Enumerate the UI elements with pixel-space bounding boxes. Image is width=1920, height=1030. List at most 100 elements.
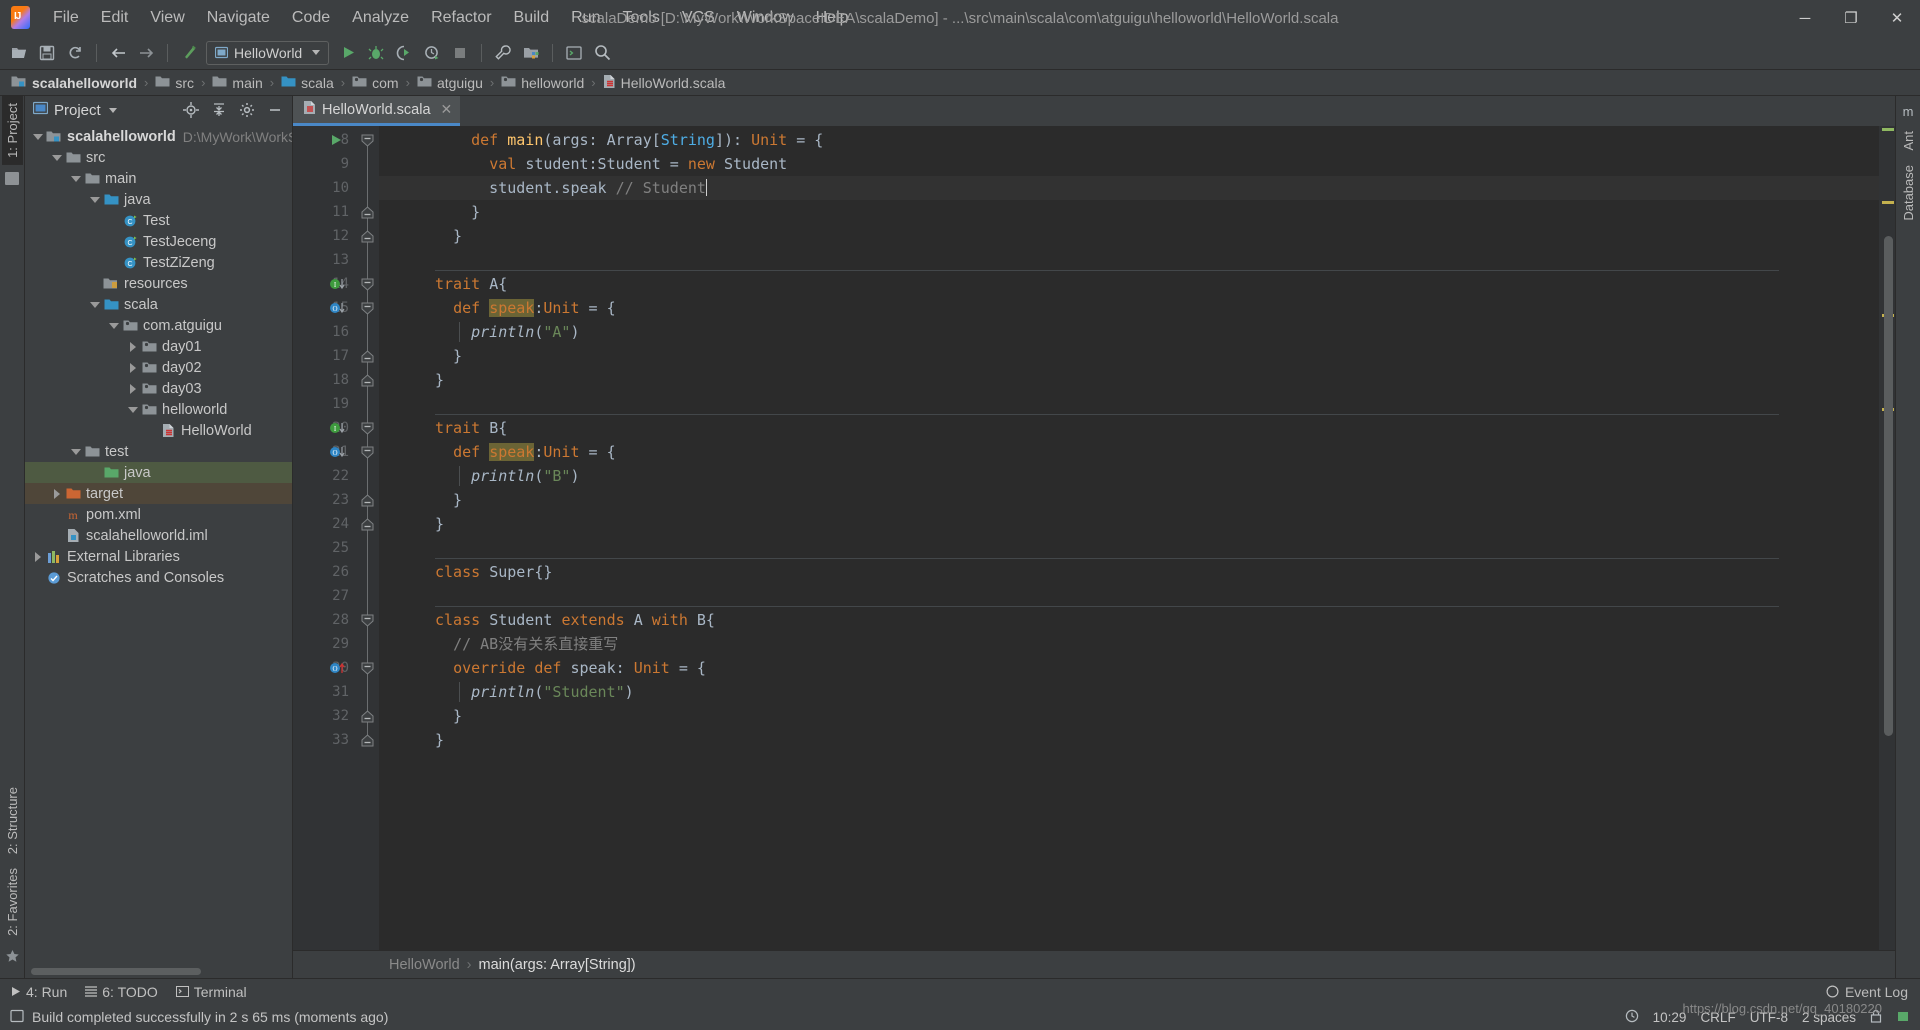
fold-collapse-icon[interactable] [361,278,374,291]
fold-collapse-icon[interactable] [361,662,374,675]
tree-item-target[interactable]: target [25,483,292,504]
tree-item-scala[interactable]: scala [25,294,292,315]
tree-item-com-atguigu[interactable]: com.atguigu [25,315,292,336]
terminal-icon[interactable] [561,40,587,66]
implemented-icon[interactable]: I [329,277,345,293]
fold-expand-icon[interactable] [361,734,374,747]
build-hammer-icon[interactable] [176,40,202,66]
maximize-button[interactable]: ❐ [1828,1,1874,35]
menu-item-build[interactable]: Build [503,5,561,31]
project-horizontal-scrollbar[interactable] [25,966,292,978]
breadcrumb-item-scalahelloworld[interactable]: scalahelloworld [8,74,140,92]
overridden-icon[interactable]: O [329,301,345,317]
code-line[interactable]: } [379,200,1879,224]
tree-item-helloworld[interactable]: HelloWorld [25,420,292,441]
menu-item-run[interactable]: Run [560,5,611,31]
breadcrumb-item-main[interactable]: main [209,74,265,92]
chevron-right-icon[interactable] [31,551,45,562]
code-folding-gutter[interactable] [357,126,379,950]
fold-expand-icon[interactable] [361,374,374,387]
stop-icon[interactable] [447,40,473,66]
chevron-down-icon[interactable] [69,175,83,182]
code-line[interactable] [379,248,1879,272]
profiler-icon[interactable] [419,40,445,66]
menu-item-edit[interactable]: Edit [90,5,140,31]
code-line[interactable]: val student:Student = new Student [379,152,1879,176]
debug-icon[interactable] [363,40,389,66]
tree-item-scalahelloworld-iml[interactable]: scalahelloworld.iml [25,525,292,546]
tree-item-java[interactable]: java [25,462,292,483]
code-line[interactable]: } [379,224,1879,248]
chevron-down-icon[interactable] [126,406,140,413]
tree-item-testjeceng[interactable]: C TestJeceng [25,231,292,252]
chevron-down-icon[interactable] [312,50,321,55]
chevron-right-icon[interactable] [126,362,140,373]
code-line[interactable]: println("B") [379,464,1879,488]
run-with-coverage-icon[interactable] [391,40,417,66]
fold-collapse-icon[interactable] [361,302,374,315]
chevron-down-icon[interactable] [107,322,121,329]
tree-item-day02[interactable]: day02 [25,357,292,378]
code-line[interactable]: override def speak: Unit = { [379,656,1879,680]
breadcrumb-class[interactable]: HelloWorld [389,957,460,973]
code-line[interactable]: println("A") [379,320,1879,344]
tree-item-resources[interactable]: resources [25,273,292,294]
project-tree[interactable]: scalahelloworldD:\MyWork\WorkSpacsrcmain… [25,124,292,966]
chevron-down-icon[interactable] [88,301,102,308]
fold-collapse-icon[interactable] [361,446,374,459]
fold-collapse-icon[interactable] [361,614,374,627]
run-configuration-selector[interactable]: HelloWorld [206,40,330,65]
fold-collapse-icon[interactable] [361,134,374,147]
code-line[interactable]: student.speak // Student [379,176,1879,200]
code-line[interactable] [379,392,1879,416]
bottom-item-todo[interactable]: 6: TODO [85,984,158,1000]
editor-marker-bar[interactable] [1879,126,1895,950]
fold-expand-icon[interactable] [361,518,374,531]
save-icon[interactable] [34,40,60,66]
code-line[interactable]: } [379,728,1879,752]
tree-item-scalahelloworld[interactable]: scalahelloworld D:\MyWork\WorkSpac [25,126,292,147]
chevron-right-icon[interactable] [126,383,140,394]
menu-bar[interactable]: File Edit View Navigate Code Analyze Refactor B… [42,5,860,31]
locate-file-icon[interactable] [180,99,202,121]
sidebar-item-database[interactable]: Database [1899,159,1918,227]
tree-item-test[interactable]: C Test [25,210,292,231]
breadcrumb-item-src[interactable]: src [152,74,197,92]
editor-breadcrumb[interactable]: HelloWorld › main(args: Array[String]) [293,950,1895,978]
marker-warning[interactable] [1882,128,1894,131]
code-line[interactable]: } [379,344,1879,368]
wrench-icon[interactable] [490,40,516,66]
menu-item-code[interactable]: Code [281,5,341,31]
code-editor[interactable]: 8 9 10 11 12 13 14 I 15 O 16 17 18 19 20 I 21 O 22 23 24 25 26… [293,126,1895,950]
tree-item-pom-xml[interactable]: m pom.xml [25,504,292,525]
navigation-bar[interactable]: scalahelloworld › src › main › scala › com › atgui… [0,70,1920,96]
search-everywhere-icon[interactable] [589,40,615,66]
chevron-down-icon[interactable] [108,107,117,113]
forward-arrow-icon[interactable] [133,40,159,66]
code-line[interactable]: } [379,512,1879,536]
open-folder-icon[interactable] [6,40,32,66]
code-content[interactable]: def main(args: Array[String]): Unit = { … [379,126,1879,950]
event-log-button[interactable]: Event Log [1826,984,1920,1000]
tree-item-main[interactable]: main [25,168,292,189]
hide-panel-icon[interactable] [264,99,286,121]
tree-item-scratches-and-consoles[interactable]: Scratches and Consoles [25,567,292,588]
tree-item-testzizeng[interactable]: C TestZiZeng [25,252,292,273]
code-line[interactable]: // AB没有关系直接重写 [379,632,1879,656]
window-controls[interactable]: ─ ❐ ✕ [1782,1,1920,35]
tree-item-day01[interactable]: day01 [25,336,292,357]
breadcrumb-member[interactable]: main(args: Array[String]) [479,957,636,973]
breadcrumb-item-com[interactable]: com [349,74,401,92]
menu-item-refactor[interactable]: Refactor [420,5,502,31]
tree-item-java[interactable]: java [25,189,292,210]
fold-expand-icon[interactable] [361,206,374,219]
sidebar-item-project[interactable]: 1: Project [1,96,23,165]
code-line[interactable]: def speak:Unit = { [379,440,1879,464]
menu-item-navigate[interactable]: Navigate [196,5,281,31]
tree-item-src[interactable]: src [25,147,292,168]
run-gutter-icon[interactable] [329,133,345,149]
breadcrumb-item-atguigu[interactable]: atguigu [414,74,486,92]
tree-item-day03[interactable]: day03 [25,378,292,399]
code-line[interactable]: } [379,704,1879,728]
menu-item-window[interactable]: Window [726,5,805,31]
